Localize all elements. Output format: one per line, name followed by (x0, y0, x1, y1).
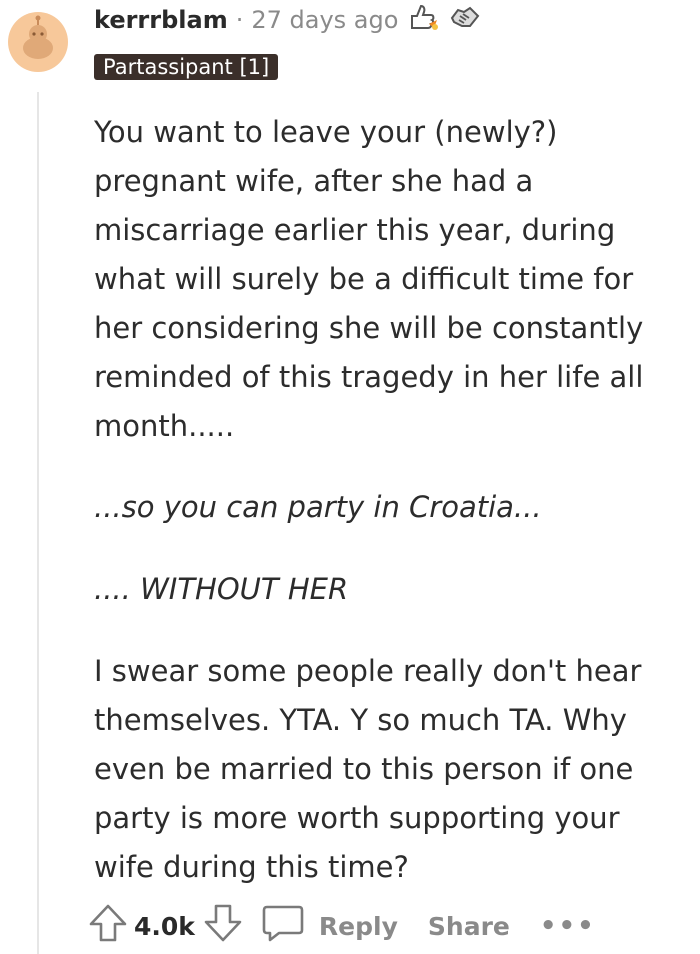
reply-label: Reply (318, 911, 398, 941)
reply-button[interactable]: Reply (261, 903, 398, 949)
timestamp[interactable]: 27 days ago (251, 6, 398, 34)
more-options-button[interactable]: ••• (540, 911, 596, 941)
comment-paragraph: I swear some people really don't hear th… (94, 654, 642, 884)
comment-header: kerrrblam · 27 days ago (94, 2, 482, 38)
comment-paragraph: ...so you can party in Croatia... (94, 490, 542, 524)
thread-line[interactable] (37, 92, 39, 954)
user-flair: Partassipant [1] (94, 54, 279, 80)
downvote-arrow-icon[interactable] (203, 903, 243, 949)
separator: · (235, 6, 244, 34)
thumbs-up-rocket-award-icon[interactable] (406, 2, 440, 38)
comment-paragraph: You want to leave your (newly?) pregnant… (94, 115, 644, 443)
comment-body: You want to leave your (newly?) pregnant… (94, 108, 684, 892)
speech-bubble-icon (261, 903, 305, 949)
username[interactable]: kerrrblam (94, 6, 228, 34)
share-button[interactable]: Share (428, 912, 510, 941)
avatar[interactable] (8, 12, 68, 72)
comment-paragraph: .... WITHOUT HER (94, 572, 349, 606)
comment-actions: 4.0k Reply Share ••• (88, 904, 596, 948)
handshake-award-icon[interactable] (448, 2, 482, 38)
upvote-arrow-icon[interactable] (88, 903, 128, 949)
vote-score: 4.0k (134, 911, 195, 941)
